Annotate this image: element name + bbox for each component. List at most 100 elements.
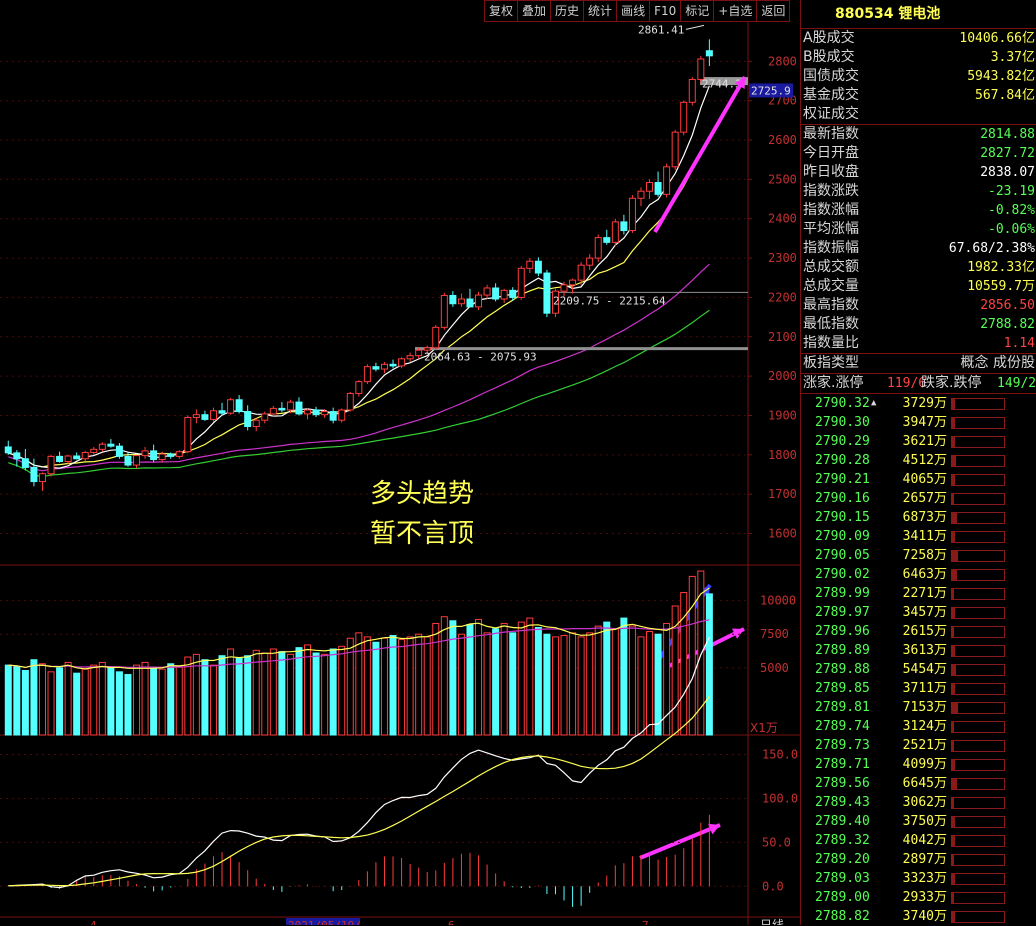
tick-price: 2790.32 bbox=[815, 396, 870, 411]
tick-volume-unit: 万 bbox=[933, 510, 947, 525]
tick-row[interactable]: 2789.32 4042万 bbox=[801, 831, 1036, 850]
candle-body bbox=[47, 455, 55, 475]
tick-volume: 2933万 bbox=[885, 888, 947, 907]
kline-chart-area[interactable]: 1600 1700 1800 1900 2000 2100 2200 2300 2400 2500… bbox=[0, 22, 800, 925]
y-tick-label: 2500 bbox=[768, 172, 797, 186]
tick-volume-unit: 万 bbox=[933, 738, 947, 753]
tick-row[interactable]: 2790.21 4065万 bbox=[801, 470, 1036, 489]
candle-body bbox=[21, 458, 29, 468]
tick-price: 2789.73 bbox=[815, 738, 870, 753]
volume-bar bbox=[38, 663, 46, 736]
y-tick-label: 1900 bbox=[768, 408, 797, 422]
candle-body bbox=[124, 455, 132, 466]
toolbar-button[interactable]: 叠加 bbox=[517, 0, 552, 22]
candle-body bbox=[158, 453, 166, 461]
candle-body bbox=[90, 448, 98, 453]
tick-price: 2790.15 bbox=[815, 510, 870, 525]
tick-volume: 6645万 bbox=[885, 774, 947, 793]
tick-volume-value: 7258 bbox=[902, 548, 934, 563]
y-tick-label: 2300 bbox=[768, 251, 797, 265]
tick-volume-value: 2657 bbox=[902, 491, 934, 506]
index-title: 880534 锂电池 bbox=[801, 0, 1036, 29]
tick-volume-unit: 万 bbox=[933, 662, 947, 677]
toolbar-button[interactable]: 返回 bbox=[756, 0, 791, 22]
tick-price: 2789.56 bbox=[815, 776, 870, 791]
tick-volume-unit: 万 bbox=[933, 396, 947, 411]
tick-volume: 6873万 bbox=[885, 508, 947, 527]
tick-volume-bar bbox=[951, 493, 1005, 505]
volume-bar bbox=[603, 621, 611, 736]
tick-volume-value: 6645 bbox=[902, 776, 934, 791]
tick-volume-bar bbox=[951, 512, 1005, 524]
volume-bar bbox=[321, 653, 329, 736]
tick-row[interactable]: 2789.40 3750万 bbox=[801, 812, 1036, 831]
tick-row[interactable]: 2789.03 3323万 bbox=[801, 869, 1036, 888]
tick-row[interactable]: 2789.85 3711万 bbox=[801, 679, 1036, 698]
y-tick-label: 2600 bbox=[768, 133, 797, 147]
tick-row[interactable]: 2789.88 5454万 bbox=[801, 660, 1036, 679]
candle-body bbox=[680, 101, 688, 133]
tick-row[interactable]: 2790.05 7258万 bbox=[801, 546, 1036, 565]
tick-row[interactable]: 2789.00 2933万 bbox=[801, 888, 1036, 907]
stat-label: 指数量比 bbox=[803, 335, 859, 351]
tick-list[interactable]: ▲ 2790.32 3729万 2790.30 3947万 2790.29 3621万 279… bbox=[801, 394, 1036, 926]
tick-row[interactable]: 2789.74 3124万 bbox=[801, 717, 1036, 736]
tick-row[interactable]: 2789.71 4099万 bbox=[801, 755, 1036, 774]
candle-body bbox=[415, 349, 423, 357]
candle-body bbox=[440, 294, 448, 328]
tick-row[interactable]: 2790.02 6463万 bbox=[801, 565, 1036, 584]
candle-body bbox=[526, 260, 534, 269]
tick-row[interactable]: 2789.56 6645万 bbox=[801, 774, 1036, 793]
tick-row[interactable]: 2790.09 3411万 bbox=[801, 527, 1036, 546]
index-stat-row: 最低指数 2788.82 bbox=[801, 315, 1036, 334]
toolbar-button[interactable]: 历史 bbox=[550, 0, 585, 22]
toolbar-button[interactable]: F10 bbox=[649, 0, 682, 22]
tick-row[interactable]: 2789.89 3613万 bbox=[801, 641, 1036, 660]
candle-body bbox=[449, 294, 457, 305]
tick-row[interactable]: 2789.81 7153万 bbox=[801, 698, 1036, 717]
tick-row[interactable]: 2789.97 3457万 bbox=[801, 603, 1036, 622]
volume-bar bbox=[551, 636, 559, 736]
price-annotation: 2861.41 bbox=[638, 23, 684, 36]
toolbar-button[interactable]: 标记 bbox=[680, 0, 715, 22]
volume-bar bbox=[577, 636, 585, 736]
tick-row[interactable]: 2789.20 2897万 bbox=[801, 850, 1036, 869]
tick-volume-bar bbox=[951, 911, 1005, 923]
tick-volume-unit: 万 bbox=[933, 719, 947, 734]
board-type-row: 板指类型 概念 成份股 bbox=[801, 354, 1036, 373]
tick-row[interactable]: 2790.30 3947万 bbox=[801, 413, 1036, 432]
tick-row[interactable]: 2790.15 6873万 bbox=[801, 508, 1036, 527]
board-type-value[interactable]: 概念 成份股 bbox=[961, 354, 1035, 373]
tick-row[interactable]: 2788.82 3740万 bbox=[801, 907, 1036, 926]
tick-volume-value: 2933 bbox=[902, 890, 934, 905]
tick-row[interactable]: 2789.96 2615万 bbox=[801, 622, 1036, 641]
x-tick-label: 6 bbox=[448, 919, 455, 925]
tick-volume-unit: 万 bbox=[933, 548, 947, 563]
tick-row[interactable]: 2789.73 2521万 bbox=[801, 736, 1036, 755]
tick-row[interactable]: ▲ 2790.32 3729万 bbox=[801, 394, 1036, 413]
toolbar-button[interactable]: 统计 bbox=[583, 0, 618, 22]
index-stat-row: 昨日收盘 2838.07 bbox=[801, 163, 1036, 182]
tick-row[interactable]: 2790.28 4512万 bbox=[801, 451, 1036, 470]
y-tick-label: 2100 bbox=[768, 330, 797, 344]
candle-body bbox=[184, 416, 192, 453]
tick-volume-unit: 万 bbox=[933, 624, 947, 639]
tick-row[interactable]: 2789.99 2271万 bbox=[801, 584, 1036, 603]
tick-row[interactable]: 2790.16 2657万 bbox=[801, 489, 1036, 508]
toolbar-button[interactable]: +自选 bbox=[713, 0, 758, 22]
tick-row[interactable]: 2790.29 3621万 bbox=[801, 432, 1036, 451]
kline-chart[interactable]: 1600 1700 1800 1900 2000 2100 2200 2300 2400 2500… bbox=[0, 22, 800, 925]
tick-volume-bar bbox=[951, 816, 1005, 828]
toolbar-button[interactable]: 复权 bbox=[484, 0, 519, 22]
toolbar-button[interactable]: 画线 bbox=[616, 0, 651, 22]
tick-volume-value: 2615 bbox=[902, 624, 934, 639]
tick-volume-bar bbox=[951, 873, 1005, 885]
volume-bar bbox=[423, 636, 431, 736]
tick-price: 2789.32 bbox=[815, 833, 870, 848]
tick-volume-value: 4042 bbox=[902, 833, 934, 848]
tick-volume: 3323万 bbox=[885, 869, 947, 888]
tick-volume: 3411万 bbox=[885, 527, 947, 546]
tick-volume-value: 7153 bbox=[902, 700, 934, 715]
tick-row[interactable]: 2789.43 3062万 bbox=[801, 793, 1036, 812]
stat-value: 67.68/2.38% bbox=[948, 241, 1035, 256]
